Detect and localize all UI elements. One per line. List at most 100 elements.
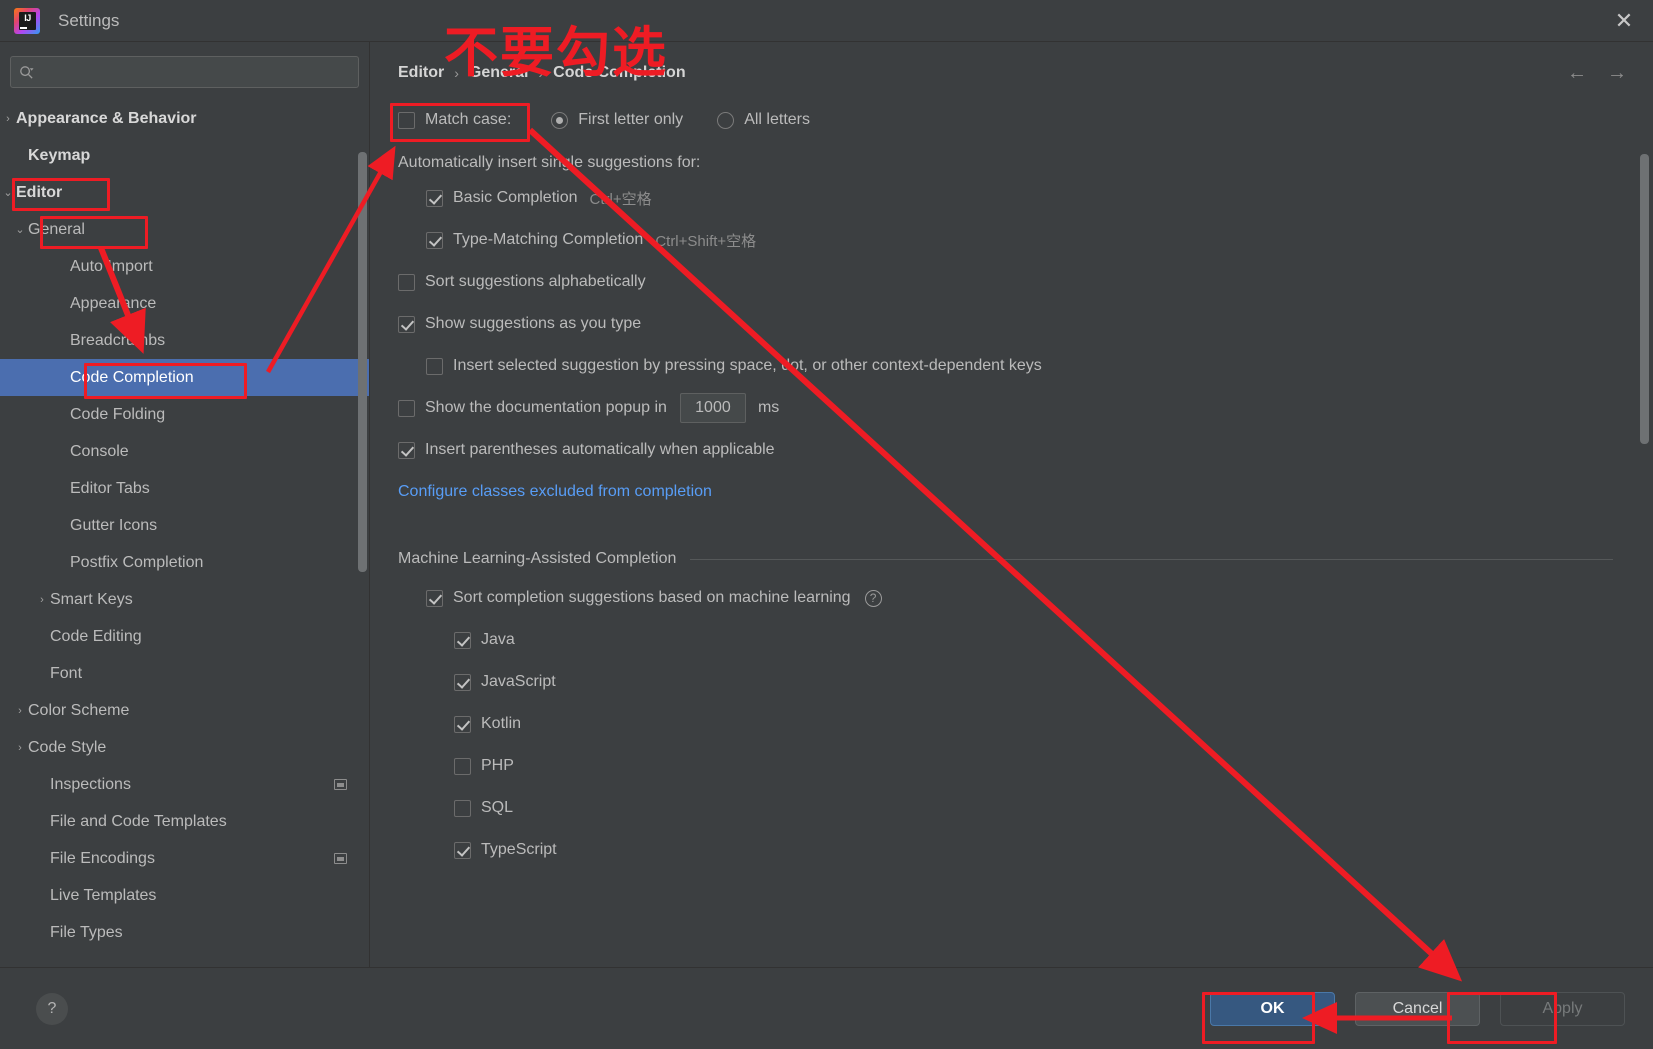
search-box[interactable] — [10, 56, 359, 88]
sidebar-item-postfix-completion[interactable]: Postfix Completion — [0, 544, 369, 581]
insert-selected-suggestion-checkbox[interactable] — [426, 357, 443, 375]
first-letter-only-radio[interactable] — [551, 111, 569, 129]
sidebar-item-appearance[interactable]: Appearance — [0, 285, 369, 322]
chevron-down-icon[interactable]: ⌄ — [12, 223, 28, 236]
show-suggestions-as-you-type-checkbox[interactable] — [398, 315, 415, 333]
breadcrumb-separator-2: › — [538, 65, 544, 81]
sidebar-item-inspections[interactable]: Inspections — [0, 766, 369, 803]
sidebar-item-keymap[interactable]: Keymap — [0, 137, 369, 174]
first-letter-only-label: First letter only — [578, 111, 684, 128]
ml-java-checkbox[interactable] — [454, 631, 471, 649]
sidebar-item-live-templates[interactable]: Live Templates — [0, 877, 369, 914]
ml-sort-label: Sort completion suggestions based on mac… — [453, 589, 851, 606]
sidebar-item-label: Editor — [16, 183, 63, 201]
sidebar-item-file-types[interactable]: File Types — [0, 914, 369, 951]
sidebar-item-auto-import[interactable]: Auto Import — [0, 248, 369, 285]
chevron-right-icon[interactable]: › — [0, 113, 16, 125]
ml-language-row: TypeScript — [454, 834, 1653, 866]
configure-excluded-link[interactable]: Configure classes excluded from completi… — [398, 483, 712, 501]
sidebar-item-appearance-behavior[interactable]: › Appearance & Behavior — [0, 100, 369, 137]
content-scrollbar[interactable] — [1640, 154, 1649, 444]
sidebar-item-code-completion[interactable]: Code Completion — [0, 359, 369, 396]
type-matching-completion-checkbox[interactable] — [426, 231, 443, 249]
ml-section-title: Machine Learning-Assisted Completion — [398, 550, 677, 567]
sidebar-item-file-and-code-templates[interactable]: File and Code Templates — [0, 803, 369, 840]
sidebar-item-label: File Encodings — [50, 849, 155, 867]
dialog-footer: ? OK Cancel Apply — [0, 967, 1653, 1049]
ml-sort-checkbox[interactable] — [426, 589, 443, 607]
sidebar-item-label: File Types — [50, 923, 123, 941]
insert-parentheses-row: Insert parentheses automatically when ap… — [398, 434, 1653, 466]
match-case-label: Match case: — [425, 111, 512, 128]
basic-completion-label: Basic Completion — [453, 189, 578, 206]
insert-parentheses-checkbox[interactable] — [398, 441, 415, 459]
auto-insert-header: Automatically insert single suggestions … — [398, 154, 701, 171]
sidebar-scrollbar[interactable] — [358, 152, 367, 572]
sidebar-item-editor-tabs[interactable]: Editor Tabs — [0, 470, 369, 507]
sidebar-item-gutter-icons[interactable]: Gutter Icons — [0, 507, 369, 544]
sidebar-item-label: Breadcrumbs — [70, 331, 166, 349]
auto-insert-header-row: Automatically insert single suggestions … — [398, 150, 1653, 176]
ml-kotlin-checkbox[interactable] — [454, 715, 471, 733]
dialog-body: › Appearance & Behavior Keymap ⌄ Editor ⌄ Gene… — [0, 42, 1653, 967]
sidebar-item-label: Code Editing — [50, 627, 142, 645]
ml-javascript-checkbox[interactable] — [454, 673, 471, 691]
sidebar-item-smart-keys[interactable]: › Smart Keys — [0, 581, 369, 618]
code-completion-panel: Match case: First letter only All letter… — [370, 82, 1653, 866]
doc-popup-unit-label: ms — [757, 399, 780, 416]
sidebar-item-general[interactable]: ⌄ General — [0, 211, 369, 248]
sidebar-item-label: Code Style — [28, 738, 107, 756]
window-title: Settings — [58, 10, 120, 30]
basic-completion-shortcut: Ctrl+空格 — [589, 190, 652, 208]
ml-sql-checkbox[interactable] — [454, 799, 471, 817]
chevron-right-icon[interactable]: › — [12, 705, 28, 717]
apply-button[interactable]: Apply — [1500, 991, 1625, 1026]
breadcrumb: Editor › General › Code Completion — [370, 42, 1653, 82]
settings-sidebar: › Appearance & Behavior Keymap ⌄ Editor ⌄ Gene… — [0, 42, 370, 967]
search-input[interactable] — [40, 64, 350, 80]
ok-button[interactable]: OK — [1210, 991, 1335, 1026]
breadcrumb-separator-1: › — [454, 65, 459, 81]
match-case-row: Match case: First letter only All letter… — [398, 104, 1653, 136]
ml-kotlin-label: Kotlin — [481, 715, 522, 732]
basic-completion-checkbox[interactable] — [426, 189, 443, 207]
search-wrapper — [0, 42, 369, 98]
show-suggestions-as-you-type-row: Show suggestions as you type — [398, 308, 1653, 340]
type-matching-completion-shortcut: Ctrl+Shift+空格 — [655, 232, 757, 250]
sort-alphabetically-checkbox[interactable] — [398, 273, 415, 291]
help-button[interactable]: ? — [36, 992, 68, 1025]
ml-sql-label: SQL — [481, 799, 514, 816]
sidebar-item-font[interactable]: Font — [0, 655, 369, 692]
sidebar-item-file-encodings[interactable]: File Encodings — [0, 840, 369, 877]
ml-language-list: Java JavaScript Kotlin PHP SQL TypeScript — [398, 624, 1653, 866]
sidebar-item-color-scheme[interactable]: › Color Scheme — [0, 692, 369, 729]
doc-popup-checkbox[interactable] — [398, 399, 415, 417]
ml-sort-help-icon[interactable]: ? — [864, 589, 882, 607]
ml-typescript-checkbox[interactable] — [454, 841, 471, 859]
chevron-right-icon[interactable]: › — [12, 742, 28, 754]
ml-sort-row: Sort completion suggestions based on mac… — [426, 582, 1653, 614]
breadcrumb-general[interactable]: General — [469, 64, 529, 82]
project-scope-icon — [334, 853, 347, 864]
sidebar-item-breadcrumbs[interactable]: Breadcrumbs — [0, 322, 369, 359]
sidebar-item-code-folding[interactable]: Code Folding — [0, 396, 369, 433]
cancel-button[interactable]: Cancel — [1355, 991, 1480, 1026]
chevron-right-icon[interactable]: › — [34, 594, 50, 606]
ml-language-row: SQL — [454, 792, 1653, 824]
sidebar-item-code-editing[interactable]: Code Editing — [0, 618, 369, 655]
all-letters-radio[interactable] — [717, 111, 735, 129]
ml-typescript-label: TypeScript — [481, 841, 557, 858]
sidebar-item-label: General — [28, 220, 85, 238]
sort-alphabetically-row: Sort suggestions alphabetically — [398, 266, 1653, 298]
settings-tree[interactable]: › Appearance & Behavior Keymap ⌄ Editor ⌄ Gene… — [0, 98, 369, 967]
sidebar-item-console[interactable]: Console — [0, 433, 369, 470]
doc-popup-delay-input[interactable]: 1000 — [679, 393, 746, 423]
sidebar-item-code-style[interactable]: › Code Style — [0, 729, 369, 766]
chevron-down-icon[interactable]: ⌄ — [0, 186, 16, 199]
ml-php-checkbox[interactable] — [454, 757, 471, 775]
sidebar-item-editor[interactable]: ⌄ Editor — [0, 174, 369, 211]
match-case-checkbox[interactable] — [398, 111, 415, 129]
breadcrumb-editor[interactable]: Editor — [398, 64, 444, 82]
ml-language-row: PHP — [454, 750, 1653, 782]
close-icon[interactable]: ✕ — [1595, 0, 1653, 42]
